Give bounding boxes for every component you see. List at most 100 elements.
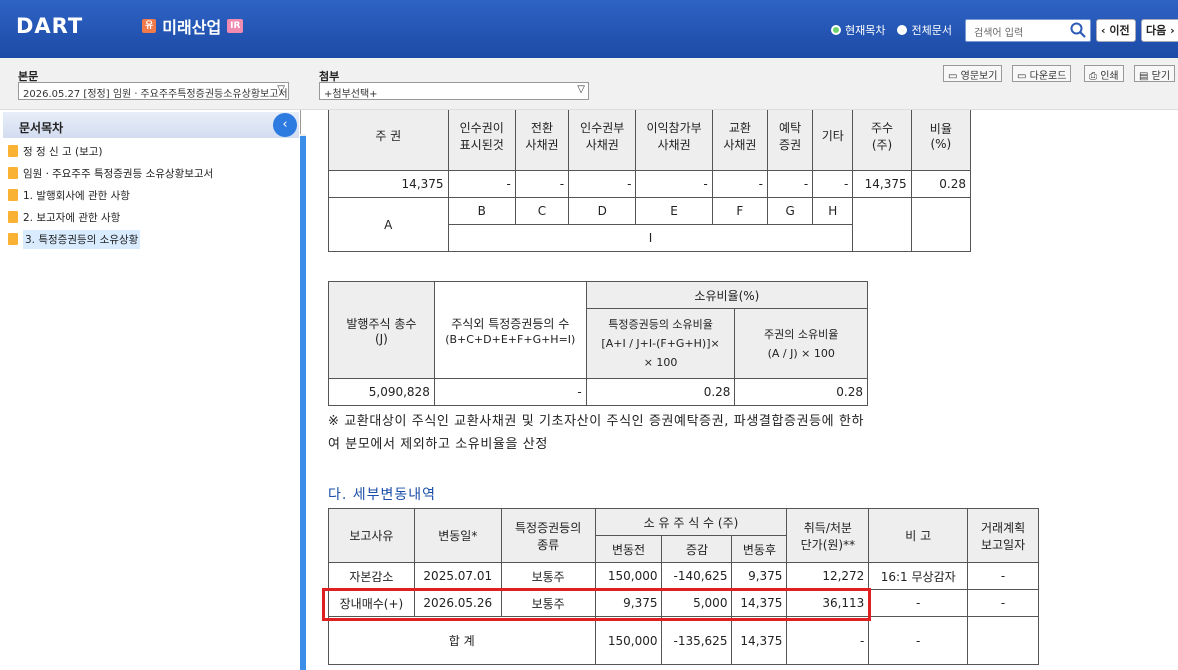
scrollbar-thumb[interactable] (300, 136, 306, 670)
cell: -140,625 (661, 562, 733, 590)
sidebar-scrollbar[interactable] (300, 134, 306, 670)
toc-item[interactable]: 임원ㆍ주요주주 특정증권등 소유상황보고서 (8, 162, 213, 184)
header-line: [A+I / J+I-(F+G+H)]× (601, 337, 720, 350)
cell (910, 197, 972, 252)
main-doc-select[interactable]: 2026.05.27 [정정] 임원ㆍ주요주주특정증권등소유상황보고서 ▽ (18, 82, 289, 100)
col-header: 변동일* (413, 508, 502, 563)
chevron-left-icon: ‹ (1101, 24, 1106, 37)
header-line: (%) (930, 137, 952, 151)
header-line: 주권의 소유비율 (764, 327, 839, 341)
toc-item-active[interactable]: 3. 특정증권등의 소유상황 (8, 228, 213, 250)
cell: I (447, 224, 854, 252)
chevron-down-icon: ▽ (277, 84, 285, 95)
cell: - (967, 562, 1039, 590)
table-row: 5,090,828 - 0.28 0.28 (328, 378, 868, 406)
cell: 9,375 (731, 562, 788, 590)
cell: 150,000 (594, 562, 663, 590)
col-header: 비 고 (868, 508, 969, 563)
collapse-sidebar-button[interactable]: ‹ (273, 113, 297, 137)
cell: - (635, 170, 713, 198)
cell: 12,272 (786, 562, 870, 590)
radio-on-icon (831, 25, 841, 35)
col-header: 주식외 특정증권등의 수 (B+C+D+E+F+G+H=I) (433, 281, 587, 379)
header-line: 증권 (779, 137, 802, 152)
print-button[interactable]: ⎙ 인쇄 (1084, 65, 1124, 82)
header-line: 표시된것 (459, 137, 504, 152)
col-header: 인수권부 사채권 (568, 110, 637, 171)
radio-all-docs[interactable]: 전체문서 (897, 22, 952, 38)
toc-item[interactable]: 2. 보고자에 관한 사항 (8, 206, 213, 228)
cell: 0.28 (585, 378, 736, 406)
col-header: 취득/처분 단가(원)** (786, 508, 870, 563)
english-view-button[interactable]: ▭ 영문보기 (943, 65, 1003, 82)
header-line: (J) (374, 331, 388, 346)
btn-label: 다운로드 (1029, 71, 1067, 82)
table-row: 14,375 - - - - - - - 14,375 0.28 (328, 170, 972, 198)
cell: D (568, 197, 637, 225)
btn-label: 닫기 (1151, 71, 1171, 82)
cell: H (812, 197, 854, 225)
header-line: (B+C+D+E+F+G+H=I) (445, 332, 576, 346)
col-header: 전환 사채권 (514, 110, 570, 171)
col-header: 변동후 (731, 535, 788, 563)
col-header: 변동전 (594, 535, 663, 563)
toc-item-label: 정 정 신 고 (보고) (23, 145, 103, 158)
ratio-table: 발행주식 총수 (J) 주식외 특정증권등의 수 (B+C+D+E+F+G+H=I)… (328, 281, 869, 406)
col-header: 특정증권등의 종류 (500, 508, 596, 563)
col-header: 소 유 주 식 수 (주) (594, 508, 788, 536)
dart-logo[interactable]: DART (16, 14, 83, 38)
header-line: 인수권이 (459, 120, 504, 135)
download-button[interactable]: ▭ 다운로드 (1012, 65, 1072, 82)
prev-button[interactable]: ‹ 이전 (1096, 19, 1136, 42)
radio-current-toc[interactable]: 현재목차 (831, 22, 885, 38)
header-line: 사채권 (723, 137, 757, 152)
monitor-icon: ▭ (948, 71, 958, 82)
header-line: 이익참가부 (646, 120, 702, 135)
header-line: 주수 (870, 120, 894, 135)
cell: - (433, 378, 587, 406)
printer-icon: ⎙ (1089, 71, 1097, 82)
holdings-table: 주 권 인수권이표시된것 전환 사채권 인수권부 사채권 이익참가부사채권 교환 사채… (328, 110, 972, 252)
download-icon: ▭ (1017, 71, 1027, 82)
corp-title: 유 미래산업 IR (142, 14, 244, 38)
document-icon (8, 233, 18, 245)
col-header: 소유비율(%) (585, 281, 869, 309)
cell: 14,375 (852, 170, 912, 198)
search-placeholder: 검색어 입력 (974, 28, 1024, 39)
search-icon[interactable] (1070, 22, 1086, 38)
col-header: 주권의 소유비율 (A / J) × 100 (734, 308, 868, 379)
toc-list: 정 정 신 고 (보고) 임원ㆍ주요주주 특정증권등 소유상황보고서 1. 발행… (8, 140, 213, 250)
toc-item-label: 3. 특정증권등의 소유상황 (23, 229, 141, 249)
cell: 합 계 (328, 616, 596, 665)
close-button[interactable]: ▤ 닫기 (1134, 65, 1176, 82)
cell (967, 616, 1039, 665)
footnote: ※ 교환대상이 주식인 교환사채권 및 기초자산이 주식인 증권예탁증권, 파생… (328, 414, 865, 452)
table-row: A B C D E F G H (328, 197, 972, 252)
search-input[interactable]: 검색어 입력 (965, 19, 1091, 42)
cell: G (766, 197, 814, 225)
next-button[interactable]: 다음 › (1141, 19, 1178, 42)
top-header: DART 유 미래산업 IR 현재목차 전체문서 검색어 입력 ‹ 이전 다음 … (0, 0, 1178, 58)
cell: 2025.07.01 (413, 562, 502, 590)
attach-select[interactable]: +첨부선택+ ▽ (319, 82, 589, 100)
header-line: 취득/처분 (803, 520, 852, 535)
cell: A (328, 197, 449, 252)
cell: 150,000 (594, 616, 663, 665)
toc-item[interactable]: 정 정 신 고 (보고) (8, 140, 213, 162)
col-header: 발행주식 총수 (J) (328, 281, 435, 379)
col-header: 주 권 (328, 110, 449, 171)
close-icon: ▤ (1139, 71, 1149, 82)
main-select-value: 2026.05.27 [정정] 임원ㆍ주요주주특정증권등소유상황보고서 (23, 89, 288, 100)
table-row-total: 합 계 150,000 -135,625 14,375 - - (328, 616, 1039, 665)
corp-name: 미래산업 (162, 18, 222, 37)
ir-badge[interactable]: IR (227, 19, 244, 33)
cell: - (967, 589, 1039, 617)
col-header: 교환 사채권 (711, 110, 769, 171)
radio-label: 전체문서 (911, 24, 952, 37)
toc-item[interactable]: 1. 발행회사에 관한 사항 (8, 184, 213, 206)
cell: F (711, 197, 769, 225)
col-header: 증감 (661, 535, 733, 563)
cell: 보통주 (500, 562, 596, 590)
header-line: 주식외 특정증권등의 수 (451, 316, 570, 331)
cell: B (447, 197, 516, 225)
